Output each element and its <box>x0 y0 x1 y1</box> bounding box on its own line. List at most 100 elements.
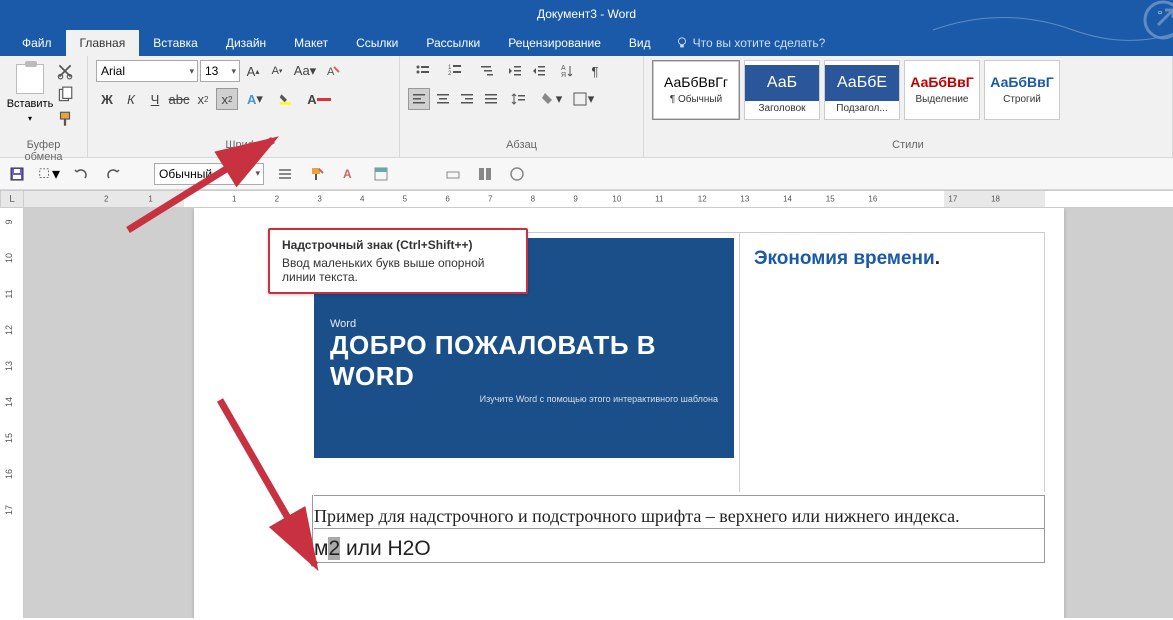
align-center-icon[interactable] <box>432 88 454 110</box>
example-text: Пример для надстрочного и подстрочного ш… <box>314 506 960 527</box>
decrease-indent-icon[interactable] <box>504 60 526 82</box>
svg-text:11: 11 <box>4 289 14 298</box>
group-styles: АаБбВвГг ¶ Обычный АаБ Заголовок АаБбE П… <box>644 56 1173 157</box>
group-paragraph: 12 AЯ ¶ ▾ ▾ Абзац <box>400 56 644 157</box>
italic-button[interactable]: К <box>120 88 142 110</box>
document-canvas[interactable]: Word ДОБРО ПОЖАЛОВАТЬ В WORD Изучите Wor… <box>24 208 1173 618</box>
undo-icon[interactable] <box>70 163 92 185</box>
tab-layout[interactable]: Макет <box>280 30 342 56</box>
align-left-icon[interactable] <box>408 88 430 110</box>
svg-text:6: 6 <box>445 195 450 204</box>
svg-text:13: 13 <box>4 361 14 371</box>
style-normal[interactable]: АаБбВвГг ¶ Обычный <box>652 60 740 120</box>
tab-view[interactable]: Вид <box>615 30 665 56</box>
clipboard-icon <box>16 64 44 94</box>
vertical-ruler[interactable]: 9 10 11 12 13 14 15 16 17 <box>0 208 24 618</box>
borders-icon[interactable]: ▾ <box>568 88 598 110</box>
tab-references[interactable]: Ссылки <box>342 30 412 56</box>
style-heading[interactable]: АаБ Заголовок <box>744 60 820 120</box>
svg-text:5: 5 <box>403 195 408 204</box>
format-painter-icon[interactable] <box>56 110 74 128</box>
svg-text:14: 14 <box>783 195 792 204</box>
font-size-dropdown[interactable]: 13 <box>200 60 240 82</box>
underline-button[interactable]: Ч <box>144 88 166 110</box>
svg-text:10: 10 <box>4 253 14 263</box>
qat-icon-5[interactable] <box>442 163 464 185</box>
svg-text:15: 15 <box>826 195 835 204</box>
clear-formatting-icon[interactable]: A <box>322 60 344 82</box>
subscript-button[interactable]: x2 <box>192 88 214 110</box>
tab-design[interactable]: Дизайн <box>212 30 280 56</box>
group-clipboard: Вставить ▾ Буфер обмена <box>0 56 88 157</box>
copy-icon[interactable] <box>56 86 74 104</box>
qat-icon-2[interactable] <box>306 163 328 185</box>
svg-text:17: 17 <box>4 505 14 515</box>
superscript-tooltip: Надстрочный знак (Ctrl+Shift++) Ввод мал… <box>268 228 528 294</box>
annotation-arrow-1 <box>118 130 298 240</box>
svg-text:3: 3 <box>317 195 322 204</box>
table-border <box>314 495 1044 496</box>
bullets-icon[interactable] <box>408 60 438 82</box>
svg-text:13: 13 <box>740 195 749 204</box>
increase-indent-icon[interactable] <box>528 60 550 82</box>
qat-icon-6[interactable] <box>474 163 496 185</box>
svg-text:Я: Я <box>561 72 566 79</box>
blue-sub: Изучите Word с помощью этого интерактивн… <box>330 394 718 404</box>
multilevel-list-icon[interactable] <box>472 60 502 82</box>
tab-selector[interactable]: L <box>0 190 24 208</box>
save-icon[interactable] <box>6 163 28 185</box>
tab-mailings[interactable]: Рассылки <box>412 30 494 56</box>
show-marks-icon[interactable]: ¶ <box>584 60 606 82</box>
style-emphasis[interactable]: АаБбВвГ Выделение <box>904 60 980 120</box>
heading-economy: Экономия времени. <box>754 248 940 270</box>
tab-file[interactable]: Файл <box>8 30 66 56</box>
style-subheading[interactable]: АаБбE Подзагол... <box>824 60 900 120</box>
tab-insert[interactable]: Вставка <box>139 30 212 56</box>
svg-text:11: 11 <box>655 195 664 204</box>
qat-icon-7[interactable] <box>506 163 528 185</box>
font-name-dropdown[interactable]: Arial <box>96 60 198 82</box>
svg-text:16: 16 <box>4 469 14 479</box>
grow-font-icon[interactable]: A▴ <box>242 60 264 82</box>
svg-text:9: 9 <box>4 219 14 224</box>
style-strong[interactable]: АаБбВвГ Строгий <box>984 60 1060 120</box>
superscript-button[interactable]: x2 <box>216 88 238 110</box>
font-color-icon[interactable]: A <box>304 88 334 110</box>
shading-icon[interactable]: ▾ <box>536 88 566 110</box>
sort-icon[interactable]: AЯ <box>552 60 582 82</box>
document-area: 9 10 11 12 13 14 15 16 17 Word ДОБРО ПОЖ… <box>0 208 1173 618</box>
title-bar: Документ3 - Word ▫ <box>0 0 1173 28</box>
svg-text:12: 12 <box>4 325 14 335</box>
paste-button[interactable]: Вставить ▾ <box>8 60 52 138</box>
qat-icon-4[interactable] <box>370 163 392 185</box>
svg-text:A: A <box>343 167 352 181</box>
blue-small: Word <box>330 318 718 330</box>
svg-text:8: 8 <box>531 195 536 204</box>
shrink-font-icon[interactable]: A▾ <box>266 60 288 82</box>
change-case-icon[interactable]: Aa▾ <box>290 60 320 82</box>
bold-button[interactable]: Ж <box>96 88 118 110</box>
svg-text:17: 17 <box>948 195 957 204</box>
select-icon[interactable]: ▾ <box>38 163 60 185</box>
align-right-icon[interactable] <box>456 88 478 110</box>
svg-text:14: 14 <box>4 397 14 407</box>
numbering-icon[interactable]: 12 <box>440 60 470 82</box>
cut-icon[interactable] <box>56 62 74 80</box>
line-spacing-icon[interactable] <box>504 88 534 110</box>
group-label: Стили <box>652 139 1164 155</box>
maximize-icon[interactable]: ▫ <box>1151 4 1169 22</box>
qat-icon-3[interactable]: A <box>338 163 360 185</box>
justify-icon[interactable] <box>480 88 502 110</box>
svg-text:16: 16 <box>868 195 877 204</box>
tab-home[interactable]: Главная <box>66 30 140 56</box>
svg-text:2: 2 <box>104 195 109 204</box>
tell-me[interactable]: Что вы хотите сделать? <box>665 30 836 56</box>
text-effects-icon[interactable]: A▾ <box>240 88 270 110</box>
strikethrough-button[interactable]: abc <box>168 88 190 110</box>
blue-heading: ДОБРО ПОЖАЛОВАТЬ В WORD <box>330 330 718 392</box>
tab-review[interactable]: Рецензирование <box>494 30 615 56</box>
svg-text:2: 2 <box>448 71 452 77</box>
lightbulb-icon <box>675 36 689 50</box>
highlight-icon[interactable] <box>272 88 302 110</box>
group-label: Буфер обмена <box>8 139 79 155</box>
